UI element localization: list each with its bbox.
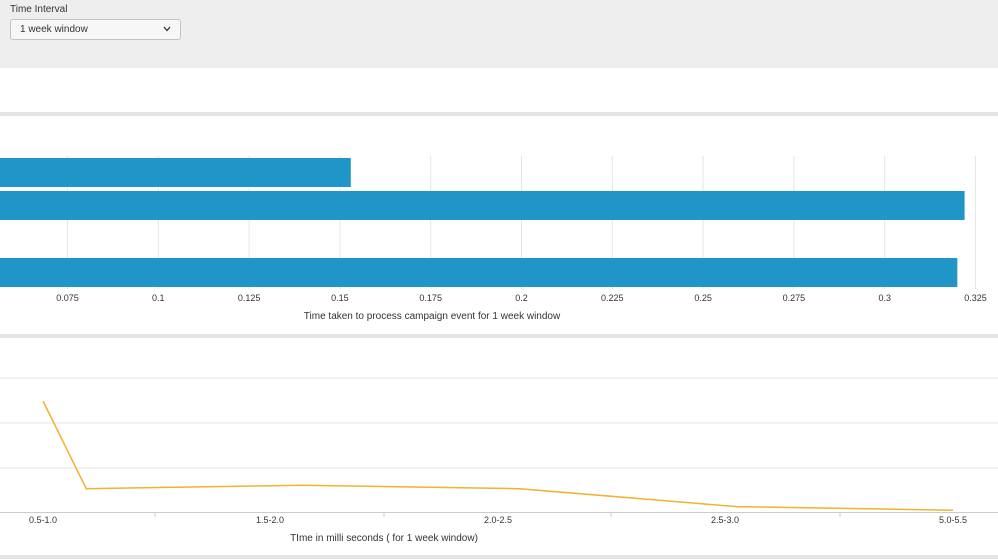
bar-x-tick-label: 0.325 xyxy=(964,293,987,303)
bar-x-tick-label: 0.25 xyxy=(694,293,712,303)
bar-x-tick-label: 0.225 xyxy=(601,293,624,303)
line-x-tick-label: 2.0-2.5 xyxy=(484,515,512,525)
line-chart-svg: 0.5-1.0 1.5-2.0 2.0-2.5 2.5-3.0 5.0-5.5 TIme … xyxy=(0,377,998,544)
bar-x-tick-label: 0.275 xyxy=(783,293,806,303)
line-series xyxy=(42,400,954,511)
panel-divider xyxy=(0,555,998,559)
input-panel: Time Interval 1 week window xyxy=(0,0,998,68)
bar-x-axis-title: Time taken to process campaign event for… xyxy=(304,311,561,322)
bar xyxy=(0,158,351,187)
bar-x-tick-label: 0.2 xyxy=(515,293,528,303)
bar-x-tick-label: 0.15 xyxy=(331,293,349,303)
line-x-tick-label: 0.5-1.0 xyxy=(29,515,57,525)
bar xyxy=(0,258,958,287)
bar-x-tick-label: 0.125 xyxy=(238,293,261,303)
dashboard: Time Interval 1 week window 0.075 0.1 0.12… xyxy=(0,0,998,559)
bar-x-tick-label: 0.3 xyxy=(878,293,891,303)
time-interval-label: Time Interval xyxy=(10,4,68,15)
bar xyxy=(0,191,965,220)
line-x-tick-label: 5.0-5.5 xyxy=(939,515,967,525)
bar-x-tick-label: 0.1 xyxy=(152,293,165,303)
line-x-tick-label: 1.5-2.0 xyxy=(256,515,284,525)
line-x-axis-title: TIme in milli seconds ( for 1 week windo… xyxy=(290,533,478,544)
bar-x-tick-label: 0.075 xyxy=(56,293,79,303)
bar-x-tick-label: 0.175 xyxy=(419,293,442,303)
line-chart: 0.5-1.0 1.5-2.0 2.0-2.5 2.5-3.0 5.0-5.5 TIme … xyxy=(0,338,998,555)
chevron-down-icon xyxy=(163,26,171,32)
bar-chart: 0.075 0.1 0.125 0.15 0.175 0.2 0.225 0.25 0.275 0… xyxy=(0,116,998,334)
line-x-tick-label: 2.5-3.0 xyxy=(711,515,739,525)
bar-chart-svg: 0.075 0.1 0.125 0.15 0.175 0.2 0.225 0.25 0.275 0… xyxy=(0,156,987,322)
time-interval-value: 1 week window xyxy=(20,24,88,35)
time-interval-dropdown[interactable]: 1 week window xyxy=(10,19,181,40)
